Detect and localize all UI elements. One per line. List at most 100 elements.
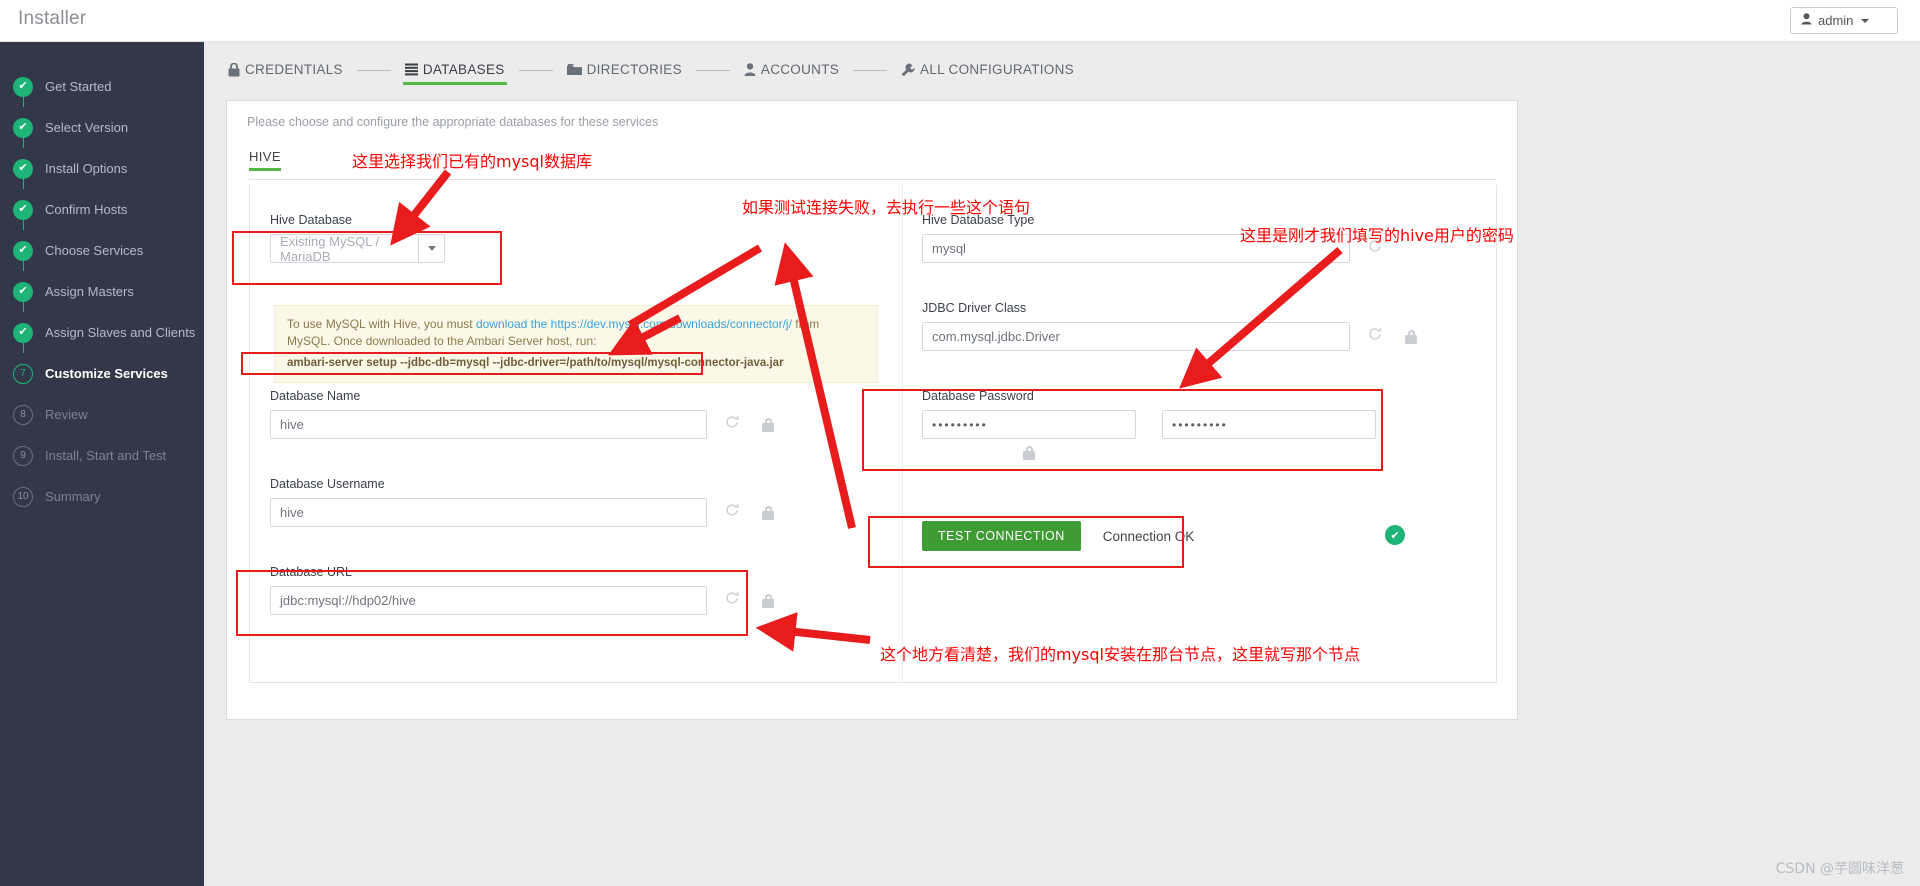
caret-down-icon [427, 246, 436, 251]
sidebar-item-review[interactable]: 8 Review [0, 394, 204, 435]
sidebar-item-assign-slaves-and-clients[interactable]: ✔ Assign Slaves and Clients [0, 292, 204, 353]
annotation-password: 这里是刚才我们填写的hive用户的密码 [1240, 226, 1514, 245]
check-circle-icon: ✔ [1385, 525, 1405, 545]
test-connection-button[interactable]: TEST CONNECTION [922, 521, 1081, 551]
lock-icon[interactable] [762, 593, 774, 608]
lock-icon[interactable] [762, 505, 774, 520]
tab-separator [853, 70, 888, 71]
mysql-connector-link[interactable]: download the https://dev.mysql.com/downl… [476, 317, 792, 331]
database-password-confirm-input[interactable]: ••••••••• [1162, 410, 1376, 439]
database-password-input[interactable]: ••••••••• [922, 410, 1136, 439]
setup-command: ambari-server setup --jdbc-db=mysql --jd… [287, 357, 784, 369]
tab-databases[interactable]: DATABASES [402, 56, 507, 85]
step-check-icon: ✔ [13, 281, 33, 302]
database-url-field: Database URL jdbc:mysql://hdp02/hive [270, 565, 870, 615]
user-icon [744, 63, 756, 76]
database-username-label: Database Username [270, 477, 385, 491]
refresh-icon[interactable] [725, 503, 739, 522]
step-check-icon: ✔ [13, 199, 33, 220]
service-tab-underline [249, 179, 1497, 180]
sidebar-item-summary[interactable]: 10 Summary [0, 476, 204, 517]
connection-status-badge: ✔ [1385, 525, 1405, 545]
tab-separator [356, 70, 391, 71]
hive-database-select-toggle[interactable] [418, 234, 445, 263]
wizard-steps: ✔ Get Started ✔ Select Version ✔ Install… [0, 42, 204, 517]
tab-label: DIRECTORIES [586, 62, 682, 77]
refresh-icon[interactable] [725, 415, 739, 434]
database-username-input[interactable]: hive [270, 498, 707, 527]
tab-accounts[interactable]: ACCOUNTS [742, 56, 841, 85]
tab-all-configurations[interactable]: ALL CONFIGURATIONS [899, 56, 1076, 85]
sidebar-item-choose-services[interactable]: ✔ Choose Services [0, 210, 204, 271]
wizard-sidebar: ✔ Get Started ✔ Select Version ✔ Install… [0, 42, 204, 886]
sidebar-item-label: Review [45, 407, 88, 422]
sidebar-item-label: Install, Start and Test [45, 448, 167, 463]
admin-label: admin [1818, 13, 1854, 28]
database-url-input[interactable]: jdbc:mysql://hdp02/hive [270, 586, 707, 615]
database-password-label: Database Password [922, 389, 1034, 403]
database-url-label: Database URL [270, 565, 352, 579]
refresh-icon[interactable] [1368, 327, 1382, 346]
database-name-field: Database Name hive [270, 389, 870, 439]
config-tabs: CREDENTIALS DATABASES DIRECTORIES ACCOUN… [226, 56, 1076, 85]
sidebar-item-select-version[interactable]: ✔ Select Version [0, 87, 204, 148]
tab-label: DATABASES [422, 62, 505, 77]
lock-icon[interactable] [762, 417, 774, 432]
sidebar-item-get-started[interactable]: ✔ Get Started [0, 66, 204, 107]
sidebar-item-confirm-hosts[interactable]: ✔ Confirm Hosts [0, 169, 204, 230]
jdbc-driver-class-input[interactable]: com.mysql.jdbc.Driver [922, 322, 1350, 351]
tab-separator [518, 70, 553, 71]
sidebar-item-customize-services[interactable]: 7 Customize Services [0, 333, 204, 394]
annotation-url: 这个地方看清楚，我们的mysql安装在那台节点，这里就写那个节点 [880, 645, 1360, 664]
tab-label: ACCOUNTS [760, 62, 840, 77]
folder-icon [566, 63, 582, 76]
sidebar-item-install-start-and-test[interactable]: 9 Install, Start and Test [0, 435, 204, 476]
test-connection-row: TEST CONNECTION Connection OK [922, 521, 1194, 551]
tab-label: ALL CONFIGURATIONS [920, 62, 1074, 77]
column-divider [902, 185, 903, 683]
app-title: Installer [18, 8, 87, 29]
lock-icon[interactable] [1405, 329, 1417, 344]
hive-database-select-value[interactable]: Existing MySQL / MariaDB [270, 234, 418, 264]
wrench-icon [901, 63, 915, 77]
database-name-label: Database Name [270, 389, 361, 403]
caret-down-icon [1861, 18, 1870, 23]
sidebar-item-label: Assign Masters [45, 284, 134, 299]
panel-hint: Please choose and configure the appropri… [247, 115, 659, 129]
tab-label: CREDENTIALS [245, 62, 343, 77]
step-check-icon: ✔ [13, 158, 33, 179]
sidebar-item-label: Summary [45, 489, 101, 504]
hive-database-field: Hive Database Existing MySQL / MariaDB [270, 213, 445, 264]
step-check-icon: ✔ [13, 117, 33, 138]
top-bar: Installer admin [0, 0, 1920, 42]
sidebar-item-assign-masters[interactable]: ✔ Assign Masters [0, 251, 204, 312]
step-check-icon: ✔ [13, 322, 33, 343]
sidebar-item-install-options[interactable]: ✔ Install Options [0, 128, 204, 189]
lock-icon [228, 62, 240, 77]
database-username-field: Database Username hive [270, 477, 870, 527]
mysql-driver-note: To use MySQL with Hive, you must downloa… [274, 305, 878, 383]
sidebar-item-label: Get Started [45, 79, 112, 94]
database-list-icon [404, 63, 418, 76]
admin-menu-button[interactable]: admin [1790, 7, 1898, 34]
step-number: 8 [13, 404, 33, 425]
tab-directories[interactable]: DIRECTORIES [565, 56, 684, 85]
jdbc-driver-class-field: JDBC Driver Class com.mysql.jdbc.Driver [922, 301, 1522, 351]
connection-status-text: Connection OK [1102, 528, 1195, 544]
sidebar-item-label: Select Version [45, 120, 129, 135]
lock-icon[interactable] [1023, 446, 1035, 460]
refresh-icon[interactable] [725, 591, 739, 610]
database-name-input[interactable]: hive [270, 410, 707, 439]
tab-credentials[interactable]: CREDENTIALS [226, 56, 345, 85]
database-password-field: Database Password ••••••••• ••••••••• [922, 389, 1522, 465]
hive-database-label: Hive Database [270, 213, 352, 227]
sidebar-item-label: Install Options [45, 161, 128, 176]
note-text-before: To use MySQL with Hive, you must [287, 317, 476, 331]
jdbc-driver-class-label: JDBC Driver Class [922, 301, 1027, 315]
tab-separator [695, 70, 730, 71]
annotation-test-fail: 如果测试连接失败，去执行一些这个语句 [742, 198, 1031, 217]
sidebar-item-label: Assign Slaves and Clients [45, 325, 196, 340]
service-tab-hive[interactable]: HIVE [249, 149, 281, 171]
user-icon [1801, 13, 1812, 28]
databases-panel: Please choose and configure the appropri… [226, 100, 1518, 720]
